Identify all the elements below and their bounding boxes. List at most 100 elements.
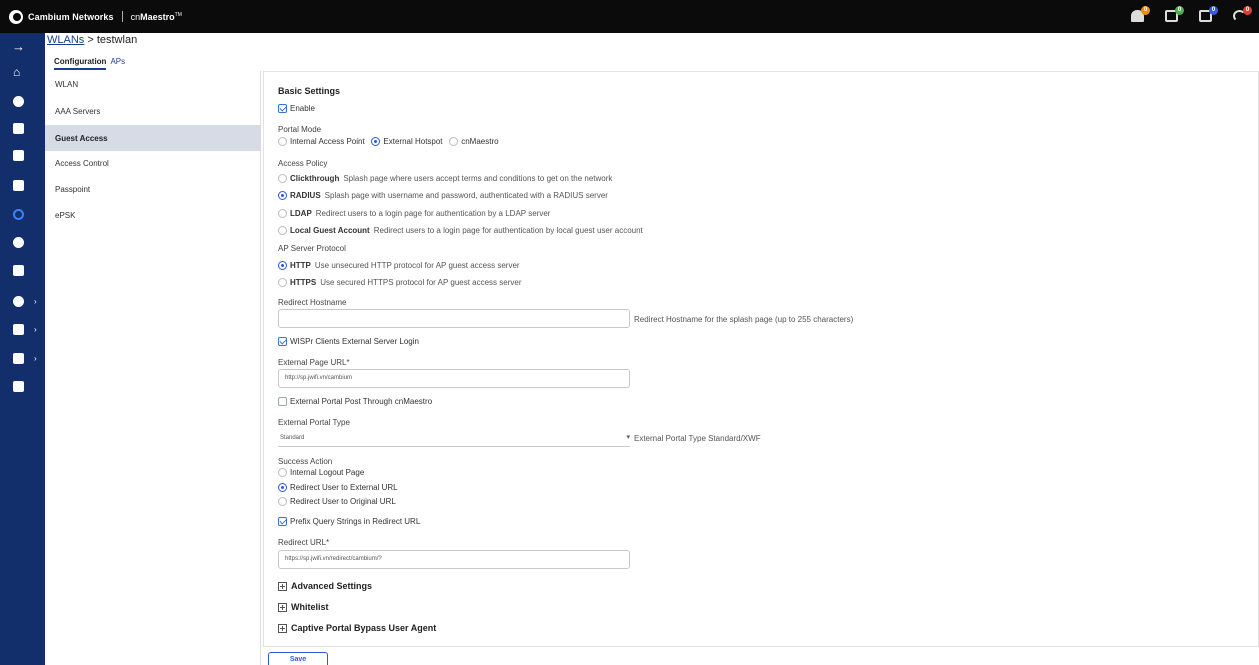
rail-apps[interactable]: › xyxy=(0,316,45,342)
access-policy-clickthrough-radio[interactable]: Clickthrough Splash page where users acce… xyxy=(278,174,612,184)
arrow-right-icon: → xyxy=(12,38,25,54)
subnav-item-aaa-servers[interactable]: AAA Servers xyxy=(45,98,261,124)
rail-reports[interactable] xyxy=(0,257,45,283)
rail-devices[interactable] xyxy=(0,172,45,198)
plus-icon xyxy=(278,603,287,613)
external-portal-post-checkbox[interactable]: External Portal Post Through cnMaestro xyxy=(278,397,432,407)
check-icon xyxy=(278,337,287,347)
success-internal-logout-radio[interactable]: Internal Logout Page xyxy=(278,468,364,478)
redirect-url-input[interactable]: https://sp.jwifi.vn/redirect/cambium/? xyxy=(278,550,630,569)
subnav-item-guest-access[interactable]: Guest Access xyxy=(45,125,261,151)
whitelist-expander[interactable]: Whitelist xyxy=(278,602,329,613)
rail-wlans[interactable] xyxy=(0,201,45,227)
breadcrumb-wlans-link[interactable]: WLANs xyxy=(47,34,84,46)
rail-home[interactable]: ⌂ xyxy=(0,59,45,85)
product-name: cnMaestroTM xyxy=(130,11,182,22)
subnav-item-wlan[interactable]: WLAN xyxy=(45,71,261,97)
enable-checkbox[interactable]: Enable xyxy=(278,104,315,114)
portal-mode-cnmaestro-radio[interactable]: cnMaestro xyxy=(449,137,499,147)
advanced-settings-expander[interactable]: Advanced Settings xyxy=(278,581,372,592)
chevron-right-icon: › xyxy=(34,324,37,334)
portal-mode-external-hotspot-radio[interactable]: External Hotspot xyxy=(371,137,443,147)
cambium-logo-icon xyxy=(9,9,23,24)
rail-network[interactable] xyxy=(0,88,45,114)
company-name: Cambium Networks xyxy=(28,11,114,22)
document-icon xyxy=(13,380,24,392)
events-icon[interactable]: 0 xyxy=(1165,6,1184,24)
rail-monitor[interactable] xyxy=(0,142,45,168)
devices-icon xyxy=(13,179,24,191)
screen-icon xyxy=(13,264,24,276)
crosshair-icon xyxy=(13,236,24,248)
protocol-http-radio[interactable]: HTTP Use unsecured HTTP protocol for AP g… xyxy=(278,261,520,271)
captive-bypass-expander[interactable]: Captive Portal Bypass User Agent xyxy=(278,623,436,634)
home-icon: ⌂ xyxy=(13,64,21,79)
globe-icon xyxy=(13,95,24,107)
wispr-checkbox[interactable]: WISPr Clients External Server Login xyxy=(278,337,419,347)
success-action-label: Success Action xyxy=(278,457,333,466)
basic-settings-heading: Basic Settings xyxy=(278,86,341,96)
subnav-item-passpoint[interactable]: Passpoint xyxy=(45,176,261,202)
external-portal-type-hint: External Portal Type Standard/XWF xyxy=(634,434,761,443)
sync-badge: 0 xyxy=(1243,6,1252,15)
apps-icon xyxy=(13,323,24,335)
access-policy-label: Access Policy xyxy=(278,159,328,168)
portal-mode-options: Internal Access Point External Hotspot c… xyxy=(278,137,499,147)
access-policy-radius-radio[interactable]: RADIUS Splash page with username and pass… xyxy=(278,191,608,201)
events-badge: 0 xyxy=(1175,6,1184,15)
tab-aps[interactable]: APs xyxy=(110,57,125,70)
ap-server-protocol-label: AP Server Protocol xyxy=(278,244,346,253)
external-portal-type-select[interactable]: Standard ▾ xyxy=(278,430,630,447)
wifi-icon xyxy=(13,208,24,220)
success-redirect-external-radio[interactable]: Redirect User to External URL xyxy=(278,483,398,493)
redirect-hostname-hint: Redirect Hostname for the splash page (u… xyxy=(634,315,854,324)
redirect-hostname-label: Redirect Hostname xyxy=(278,298,347,307)
brand[interactable]: Cambium Networks cnMaestroTM xyxy=(9,9,182,24)
external-portal-type-label: External Portal Type xyxy=(278,418,350,427)
portal-mode-label: Portal Mode xyxy=(278,125,322,134)
breadcrumb-separator: > xyxy=(84,34,97,46)
top-bar: Cambium Networks cnMaestroTM 0 0 0 0 xyxy=(0,0,1259,33)
portal-mode-internal-ap-radio[interactable]: Internal Access Point xyxy=(278,137,365,147)
jobs-icon[interactable]: 0 xyxy=(1199,6,1218,24)
caret-down-icon: ▾ xyxy=(626,434,630,441)
rail-services[interactable] xyxy=(0,229,45,255)
left-rail: → ⌂ › › › xyxy=(0,33,45,665)
prefix-query-checkbox[interactable]: Prefix Query Strings in Redirect URL xyxy=(278,517,420,527)
sync-icon[interactable]: 0 xyxy=(1233,6,1252,24)
rail-docs[interactable] xyxy=(0,373,45,399)
redirect-hostname-input[interactable] xyxy=(278,309,630,328)
subnav-item-access-control[interactable]: Access Control xyxy=(45,150,261,176)
rail-wireless[interactable] xyxy=(0,115,45,141)
protocol-https-radio[interactable]: HTTPS Use secured HTTPS protocol for AP g… xyxy=(278,278,522,288)
external-portal-type-value: Standard xyxy=(280,435,305,441)
access-policy-ldap-radio[interactable]: LDAP Redirect users to a login page for a… xyxy=(278,209,550,219)
monitor-icon xyxy=(13,149,24,161)
tab-configuration[interactable]: Configuration xyxy=(54,57,107,70)
save-button[interactable]: Save xyxy=(268,652,328,665)
rail-admin[interactable]: › xyxy=(0,345,45,371)
subnav-item-epsk[interactable]: ePSK xyxy=(45,202,261,228)
alerts-badge: 0 xyxy=(1141,6,1150,15)
brand-divider xyxy=(121,11,123,22)
bell-alerts-icon[interactable]: 0 xyxy=(1131,6,1150,24)
external-page-url-input[interactable]: http://sp.jwifi.vn/cambium xyxy=(278,369,630,388)
chevron-right-icon: › xyxy=(34,353,37,363)
access-policy-local-guest-radio[interactable]: Local Guest Account Redirect users to a l… xyxy=(278,226,643,236)
gear-icon xyxy=(13,295,24,307)
check-icon xyxy=(278,517,287,527)
wlan-subnav: WLAN AAA Servers Guest Access Access Con… xyxy=(45,71,261,665)
rail-settings[interactable]: › xyxy=(0,288,45,314)
tabs: Configuration APs xyxy=(54,57,125,70)
breadcrumb: WLANs > testwlan xyxy=(47,34,137,46)
redirect-url-label: Redirect URL* xyxy=(278,538,330,547)
admin-icon xyxy=(13,352,24,364)
jobs-badge: 0 xyxy=(1209,6,1218,15)
external-page-url-label: External Page URL* xyxy=(278,358,350,367)
plus-icon xyxy=(278,582,287,592)
check-icon xyxy=(278,104,287,114)
guest-access-form: Basic Settings Enable Portal Mode Intern… xyxy=(263,71,1259,647)
notification-icons: 0 0 0 0 xyxy=(1131,6,1252,24)
rail-collapse[interactable]: → xyxy=(0,33,45,59)
success-redirect-original-radio[interactable]: Redirect User to Original URL xyxy=(278,497,396,507)
